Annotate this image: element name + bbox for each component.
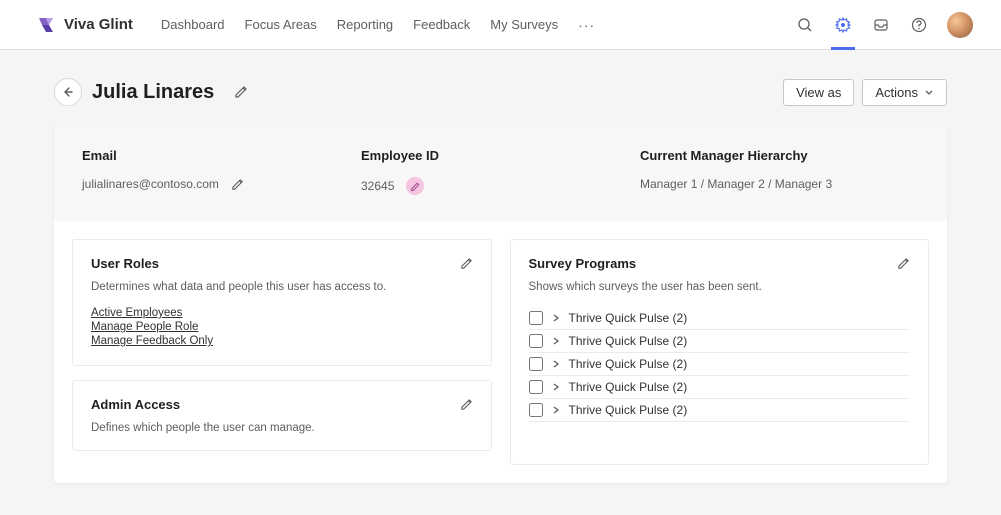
user-roles-links: Active Employees Manage People Role Mana…	[91, 307, 473, 347]
survey-programs-desc: Shows which surveys the user has been se…	[529, 281, 911, 293]
page-header-right: View as Actions	[783, 79, 947, 106]
employee-id-label: Employee ID	[361, 148, 640, 163]
admin-access-desc: Defines which people the user can manage…	[91, 422, 473, 434]
survey-row: Thrive Quick Pulse (2)	[529, 307, 911, 330]
page-header-left: Julia Linares	[54, 78, 248, 106]
top-nav: Viva Glint Dashboard Focus Areas Reporti…	[0, 0, 1001, 50]
hierarchy-label: Current Manager Hierarchy	[640, 148, 919, 163]
email-value: julialinares@contoso.com	[82, 177, 219, 191]
nav-feedback[interactable]: Feedback	[413, 17, 470, 32]
survey-name: Thrive Quick Pulse (2)	[569, 357, 688, 371]
chevron-right-icon[interactable]	[551, 382, 561, 392]
employee-id-value: 32645	[361, 179, 394, 193]
admin-access-title: Admin Access	[91, 397, 180, 412]
nav-my-surveys[interactable]: My Surveys	[490, 17, 558, 32]
link-active-employees[interactable]: Active Employees	[91, 307, 473, 319]
view-as-button[interactable]: View as	[783, 79, 854, 106]
survey-checkbox[interactable]	[529, 334, 543, 348]
nav-reporting[interactable]: Reporting	[337, 17, 393, 32]
nav-right	[795, 12, 973, 38]
edit-admin-access-icon[interactable]	[460, 398, 473, 411]
brand-logo-icon	[36, 15, 56, 35]
survey-name: Thrive Quick Pulse (2)	[569, 311, 688, 325]
chevron-right-icon[interactable]	[551, 313, 561, 323]
settings-gear-icon[interactable]	[833, 15, 853, 35]
inbox-icon[interactable]	[871, 15, 891, 35]
brand-text: Viva Glint	[64, 16, 133, 33]
survey-programs-panel: Survey Programs Shows which surveys the …	[510, 239, 930, 465]
survey-checkbox[interactable]	[529, 311, 543, 325]
main-card: Email julialinares@contoso.com Employee …	[54, 126, 947, 483]
brand: Viva Glint	[36, 15, 133, 35]
page-title: Julia Linares	[92, 81, 214, 104]
survey-name: Thrive Quick Pulse (2)	[569, 334, 688, 348]
survey-checkbox[interactable]	[529, 380, 543, 394]
column-right: Survey Programs Shows which surveys the …	[510, 239, 930, 465]
arrow-left-icon	[62, 86, 74, 98]
column-left: User Roles Determines what data and peop…	[72, 239, 492, 465]
chevron-right-icon[interactable]	[551, 405, 561, 415]
survey-programs-title: Survey Programs	[529, 256, 637, 271]
chevron-right-icon[interactable]	[551, 336, 561, 346]
link-manage-people-role[interactable]: Manage People Role	[91, 321, 473, 333]
link-manage-feedback-only[interactable]: Manage Feedback Only	[91, 335, 473, 347]
info-employee-id: Employee ID 32645	[361, 148, 640, 195]
info-email: Email julialinares@contoso.com	[82, 148, 361, 195]
actions-label: Actions	[875, 85, 918, 100]
nav-items: Dashboard Focus Areas Reporting Feedback…	[161, 17, 795, 33]
chevron-down-icon	[924, 87, 934, 97]
nav-more-icon[interactable]: ···	[578, 17, 595, 33]
hierarchy-value: Manager 1 / Manager 2 / Manager 3	[640, 177, 832, 191]
survey-row: Thrive Quick Pulse (2)	[529, 353, 911, 376]
user-roles-panel: User Roles Determines what data and peop…	[72, 239, 492, 366]
view-as-label: View as	[796, 85, 841, 100]
edit-title-icon[interactable]	[234, 85, 248, 99]
back-button[interactable]	[54, 78, 82, 106]
user-roles-title: User Roles	[91, 256, 159, 271]
survey-checkbox[interactable]	[529, 403, 543, 417]
survey-name: Thrive Quick Pulse (2)	[569, 403, 688, 417]
edit-employee-id-icon[interactable]	[406, 177, 424, 195]
page-header: Julia Linares View as Actions	[54, 78, 947, 106]
avatar[interactable]	[947, 12, 973, 38]
survey-name: Thrive Quick Pulse (2)	[569, 380, 688, 394]
survey-checkbox[interactable]	[529, 357, 543, 371]
survey-row: Thrive Quick Pulse (2)	[529, 376, 911, 399]
edit-survey-programs-icon[interactable]	[897, 257, 910, 270]
survey-row: Thrive Quick Pulse (2)	[529, 399, 911, 422]
edit-user-roles-icon[interactable]	[460, 257, 473, 270]
info-strip: Email julialinares@contoso.com Employee …	[54, 126, 947, 221]
nav-focus-areas[interactable]: Focus Areas	[245, 17, 317, 32]
search-icon[interactable]	[795, 15, 815, 35]
help-icon[interactable]	[909, 15, 929, 35]
nav-dashboard[interactable]: Dashboard	[161, 17, 225, 32]
info-hierarchy: Current Manager Hierarchy Manager 1 / Ma…	[640, 148, 919, 195]
page: Julia Linares View as Actions Email juli…	[0, 50, 1001, 483]
edit-email-icon[interactable]	[231, 178, 244, 191]
survey-list: Thrive Quick Pulse (2) Thrive Quick Puls…	[529, 307, 911, 422]
body-columns: User Roles Determines what data and peop…	[54, 221, 947, 483]
email-label: Email	[82, 148, 361, 163]
actions-button[interactable]: Actions	[862, 79, 947, 106]
chevron-right-icon[interactable]	[551, 359, 561, 369]
user-roles-desc: Determines what data and people this use…	[91, 281, 473, 293]
survey-row: Thrive Quick Pulse (2)	[529, 330, 911, 353]
admin-access-panel: Admin Access Defines which people the us…	[72, 380, 492, 451]
